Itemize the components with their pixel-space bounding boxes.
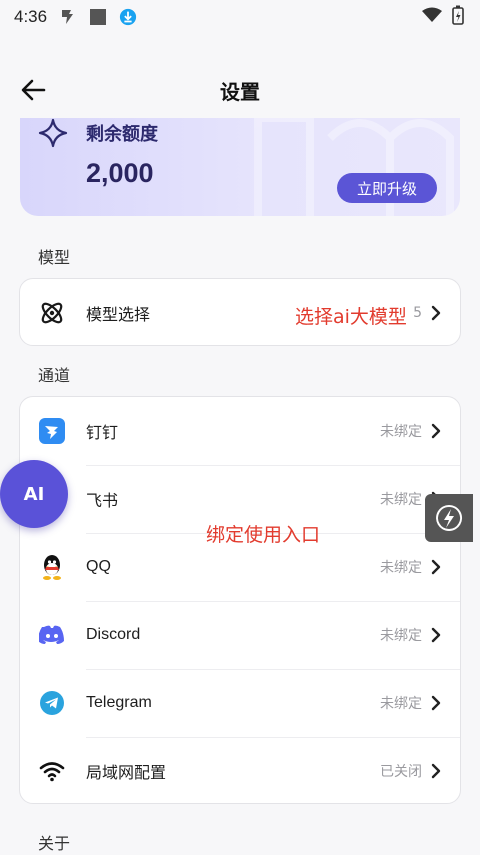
chevron-right-icon [431,695,441,711]
upgrade-button[interactable]: 立即升级 [337,173,437,203]
arrow-left-icon [21,79,46,101]
annotation-model: 选择ai大模型 [295,306,407,328]
atom-icon [38,299,66,327]
status-bar: 4:36 [0,0,480,34]
quota-value: 2,000 [86,158,154,188]
channel-label: Discord [86,626,141,643]
model-select-label: 模型选择 [86,307,151,324]
wifi-icon [38,757,66,785]
chevron-right-icon [431,305,441,321]
channel-status: 未绑定 [380,492,422,508]
channel-label: QQ [86,558,111,575]
channel-row-lan[interactable]: 局域网配置 已关闭 [20,737,460,805]
chevron-right-icon [431,627,441,643]
notification-icon [59,8,77,26]
channel-status: 未绑定 [380,424,422,440]
page-title: 设置 [220,79,260,104]
app-header: 设置 [0,62,480,118]
model-current-value: 5 [413,305,422,321]
channel-card: 钉钉 未绑定 飞书 未绑定 QQ 未绑定 Discord 未绑定 Telegra… [19,396,461,804]
wifi-icon [422,7,442,27]
lightning-icon [436,505,463,531]
section-title-about: 关于 [38,834,71,853]
channel-row-dingtalk[interactable]: 钉钉 未绑定 [20,397,460,465]
chevron-right-icon [431,763,441,779]
channel-status: 未绑定 [380,696,422,712]
download-icon [119,8,137,26]
battery-icon [452,5,464,29]
chevron-right-icon [431,423,441,439]
chevron-right-icon [431,559,441,575]
channel-label: Telegram [86,694,152,711]
square-icon [89,8,107,26]
sparkle-icon [38,118,68,148]
channel-status: 已关闭 [380,764,422,780]
channel-status: 未绑定 [380,628,422,644]
channel-row-discord[interactable]: Discord 未绑定 [20,601,460,669]
ai-assistant-button[interactable]: AI [0,460,68,528]
telegram-icon [38,689,66,717]
channel-label: 钉钉 [86,425,119,442]
channel-status: 未绑定 [380,560,422,576]
annotation-channels: 绑定使用入口 [206,524,321,546]
back-button[interactable] [20,78,48,102]
quota-card: 剩余额度 2,000 立即升级 [20,118,460,216]
status-time: 4:36 [14,7,48,26]
channel-row-telegram[interactable]: Telegram 未绑定 [20,669,460,737]
qq-icon [38,553,66,581]
discord-icon [38,621,66,649]
quota-label: 剩余额度 [86,124,158,145]
side-floating-tab[interactable] [425,494,473,542]
channel-label: 局域网配置 [86,765,167,782]
channel-label: 飞书 [86,493,119,510]
dingtalk-icon [38,417,66,445]
section-title-model: 模型 [38,248,71,267]
section-title-channel: 通道 [38,366,71,385]
